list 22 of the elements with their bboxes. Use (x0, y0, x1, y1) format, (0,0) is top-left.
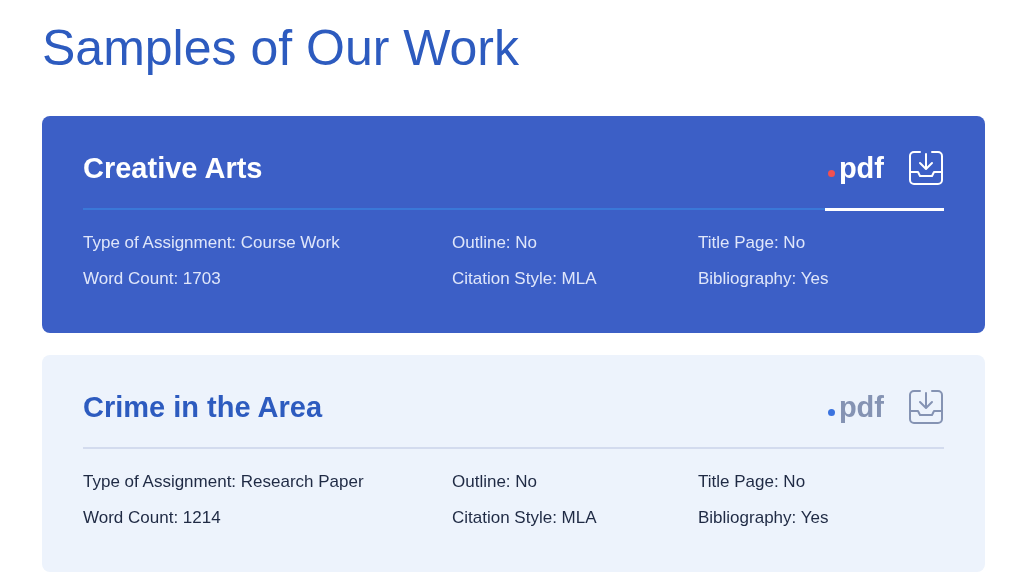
dot-icon (827, 169, 835, 177)
detail-text: Citation Style: MLA (452, 268, 598, 290)
sample-card[interactable]: Creative Arts pdf Type of Assignment: Course Work Outline: No Title Page: No Word Count: 1703 Citation Style: MLA Bibliography: Yes (42, 116, 985, 333)
detail-text: Outline: No (452, 471, 539, 493)
file-format: pdf (838, 390, 884, 424)
dot-icon (827, 408, 835, 416)
detail-text: Type of Assignment: Course Work (83, 232, 341, 254)
sample-card[interactable]: Crime in the Area pdf Type of Assignment: Research Paper Outline: No Title Page: No Word Count: 1214 Citation Style: MLA Bibliography: Yes (42, 355, 985, 572)
detail-text: Bibliography: Yes (698, 507, 830, 529)
sample-title: Creative Arts (83, 151, 263, 185)
download-icon[interactable] (908, 389, 944, 425)
detail-text: Title Page: No (698, 232, 807, 254)
detail-text: Outline: No (452, 232, 539, 254)
detail-text: Citation Style: MLA (452, 507, 598, 529)
detail-text: Title Page: No (698, 471, 807, 493)
detail-text: Bibliography: Yes (698, 268, 830, 290)
detail-text: Word Count: 1214 (83, 507, 222, 529)
file-format: pdf (838, 151, 884, 185)
sample-title: Crime in the Area (83, 390, 323, 424)
page-heading: Samples of Our Work (42, 19, 520, 78)
detail-text: Word Count: 1703 (83, 268, 222, 290)
detail-text: Type of Assignment: Research Paper (83, 471, 365, 493)
